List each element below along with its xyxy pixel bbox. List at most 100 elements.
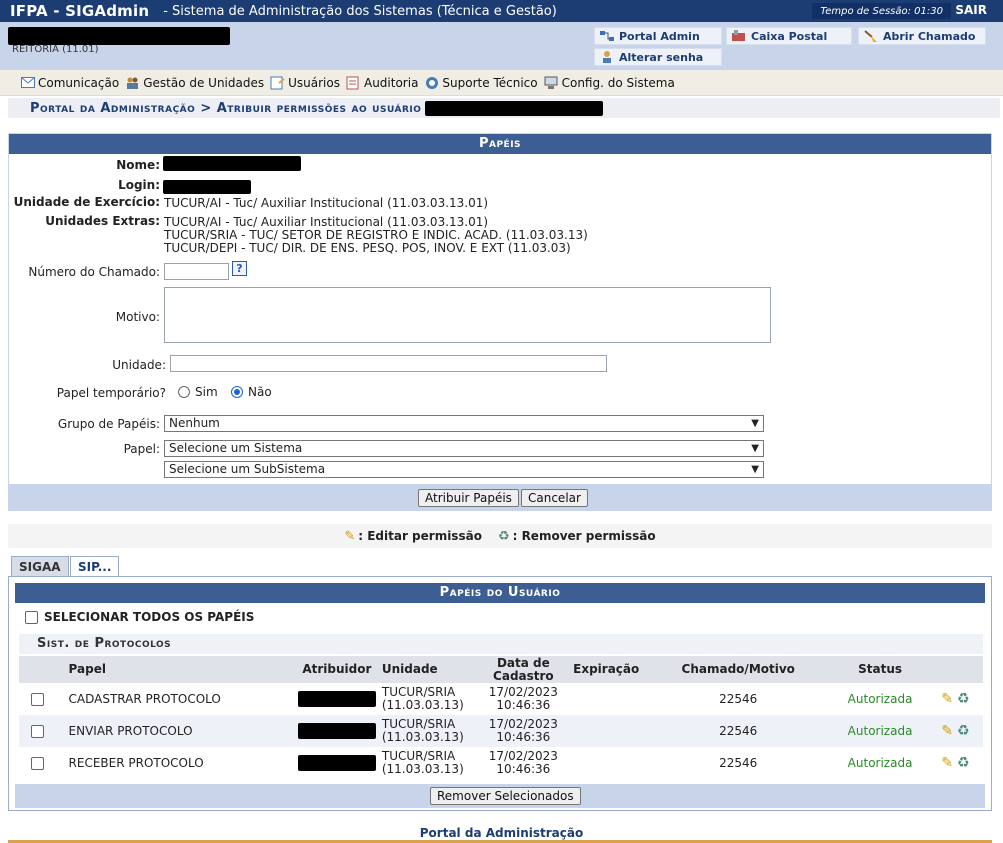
abrir-chamado-link[interactable]: Abrir Chamado bbox=[858, 27, 986, 45]
row-chamado: 22546 bbox=[644, 715, 833, 747]
row-unidade: TUCUR/SRIA (11.03.03.13) bbox=[378, 715, 477, 747]
login-label: Login: bbox=[118, 178, 160, 192]
roles-title: Papéis do Usuário bbox=[15, 583, 985, 603]
system-name: IFPA - SIGAdmin bbox=[10, 2, 150, 20]
select-all-label: SELECIONAR TODOS OS PAPÉIS bbox=[44, 610, 255, 624]
caixa-postal-label: Caixa Postal bbox=[751, 29, 828, 43]
trash-icon[interactable]: ♻ bbox=[957, 724, 970, 738]
table-row: CADASTRAR PROTOCOLO TUCUR/SRIA (11.03.03.… bbox=[19, 683, 983, 715]
table-row: ENVIAR PROTOCOLO TUCUR/SRIA (11.03.03.13)… bbox=[19, 715, 983, 747]
row-data-line1: 17/02/2023 bbox=[488, 717, 558, 731]
row-actions: ✎ ♻ bbox=[927, 715, 983, 747]
row-expiracao bbox=[570, 747, 645, 779]
computer-icon bbox=[544, 76, 559, 90]
select-all-row[interactable]: SELECIONAR TODOS OS PAPÉIS bbox=[25, 610, 254, 624]
portal-admin-link[interactable]: Portal Admin bbox=[594, 27, 722, 45]
redacted-nome bbox=[163, 156, 301, 171]
row-data-line1: 17/02/2023 bbox=[488, 749, 558, 763]
papel-temporario-nao[interactable]: Não bbox=[231, 385, 272, 399]
cancelar-button[interactable]: Cancelar bbox=[521, 489, 588, 507]
papel-temporario-sim[interactable]: Sim bbox=[178, 385, 218, 399]
col-chamado: Chamado/Motivo bbox=[644, 656, 833, 683]
roles-footer: Remover Selecionados bbox=[15, 784, 985, 808]
col-actions bbox=[927, 656, 983, 683]
unidade-label: Unidade: bbox=[112, 358, 166, 372]
menu-suporte-tecnico-label: Suporte Técnico bbox=[442, 75, 538, 90]
system-subtitle: - Sistema de Administração dos Sistemas … bbox=[163, 3, 557, 19]
unidade-extra-3: TUCUR/DEPI - TUC/ DIR. DE ENS. PESQ. POS… bbox=[164, 241, 571, 255]
row-unidade-line2: (11.03.03.13) bbox=[381, 698, 464, 712]
motivo-textarea[interactable] bbox=[164, 287, 771, 343]
mailbox-icon bbox=[731, 29, 747, 43]
redacted-atribuidor bbox=[297, 691, 376, 707]
sistema-select[interactable]: Selecione um Sistema ▼ bbox=[164, 440, 764, 457]
row-data-line1: 17/02/2023 bbox=[488, 685, 558, 699]
col-data-cadastro: Data de Cadastro bbox=[476, 655, 571, 683]
breadcrumb: Portal da Administração > Atribuir permi… bbox=[8, 98, 1000, 118]
form-footer: Atribuir Papéis Cancelar bbox=[9, 484, 991, 510]
row-data: 17/02/2023 10:46:36 bbox=[476, 747, 571, 779]
menu-gestao-unidades[interactable]: Gestão de Unidades bbox=[125, 76, 264, 90]
menu-gestao-unidades-label: Gestão de Unidades bbox=[143, 75, 265, 90]
select-all-checkbox[interactable] bbox=[25, 610, 38, 624]
edit-icon: ✎ bbox=[344, 528, 356, 544]
sistema-value: Selecione um Sistema bbox=[169, 441, 303, 455]
redacted-breadcrumb-user bbox=[425, 100, 604, 116]
remover-selecionados-button[interactable]: Remover Selecionados bbox=[430, 787, 581, 805]
trash-icon[interactable]: ♻ bbox=[957, 692, 970, 706]
row-actions: ✎ ♻ bbox=[927, 747, 983, 779]
people-icon bbox=[125, 76, 140, 90]
row-unidade-line1: TUCUR/SRIA bbox=[381, 717, 456, 731]
sim-radio[interactable] bbox=[178, 386, 190, 398]
subsistema-select[interactable]: Selecione um SubSistema ▼ bbox=[164, 461, 764, 478]
nao-radio[interactable] bbox=[231, 386, 243, 398]
menu-config-sistema[interactable]: Config. do Sistema bbox=[544, 76, 675, 90]
edit-icon[interactable]: ✎ bbox=[941, 756, 953, 770]
row-status: Autorizada bbox=[832, 747, 928, 779]
numero-chamado-input[interactable] bbox=[164, 263, 229, 280]
menu-comunicacao[interactable]: Comunicação bbox=[20, 76, 119, 90]
sim-label: Sim bbox=[195, 385, 218, 399]
edit-icon[interactable]: ✎ bbox=[941, 724, 953, 738]
form-title: Papéis bbox=[9, 134, 991, 154]
trash-icon[interactable]: ♻ bbox=[957, 756, 970, 770]
unidade-exercicio-label: Unidade de Exercício: bbox=[13, 195, 160, 209]
menu-usuarios[interactable]: Usuários bbox=[270, 76, 340, 90]
unidade-input[interactable] bbox=[170, 355, 607, 372]
user-unit: REITORIA (11.01) bbox=[12, 44, 99, 55]
actions-legend: ✎: Editar permissão ♻: Remover permissão bbox=[8, 524, 992, 548]
row-checkbox[interactable] bbox=[31, 692, 45, 706]
row-status: Autorizada bbox=[832, 715, 928, 747]
atribuir-papeis-button[interactable]: Atribuir Papéis bbox=[418, 489, 519, 507]
abrir-chamado-label: Abrir Chamado bbox=[883, 29, 976, 43]
menu-auditoria[interactable]: Auditoria bbox=[346, 76, 418, 90]
legend-remover: ♻: Remover permissão bbox=[498, 529, 656, 544]
caixa-postal-link[interactable]: Caixa Postal bbox=[726, 27, 852, 45]
tab-sigaa[interactable]: SIGAA bbox=[11, 556, 69, 577]
support-icon bbox=[424, 76, 439, 90]
col-expiracao: Expiração bbox=[570, 656, 645, 683]
row-checkbox[interactable] bbox=[31, 756, 45, 770]
row-checkbox[interactable] bbox=[31, 724, 45, 738]
help-icon[interactable]: ? bbox=[232, 261, 247, 276]
alterar-senha-link[interactable]: Alterar senha bbox=[594, 48, 722, 66]
main-menu: Comunicação Gestão de Unidades Usuários … bbox=[0, 70, 1003, 96]
col-data-line1: Data de bbox=[496, 655, 550, 670]
numero-chamado-label: Número do Chamado: bbox=[28, 265, 160, 279]
menu-suporte-tecnico[interactable]: Suporte Técnico bbox=[424, 75, 538, 90]
mail-icon bbox=[20, 76, 35, 90]
menu-comunicacao-label: Comunicação bbox=[38, 75, 120, 90]
grupo-papeis-select[interactable]: Nenhum ▼ bbox=[164, 415, 764, 432]
row-chamado: 22546 bbox=[644, 683, 833, 715]
row-status: Autorizada bbox=[832, 683, 928, 715]
edit-icon[interactable]: ✎ bbox=[941, 692, 953, 706]
chevron-down-icon: ▼ bbox=[751, 418, 759, 429]
row-checkbox-cell bbox=[19, 683, 57, 715]
papel-label: Papel: bbox=[123, 442, 160, 456]
grupo-papeis-label: Grupo de Papéis: bbox=[57, 417, 160, 431]
exit-link[interactable]: SAIR bbox=[955, 3, 987, 17]
tab-sip[interactable]: SIP... bbox=[70, 556, 120, 578]
nome-label: Nome: bbox=[116, 158, 160, 172]
row-data: 17/02/2023 10:46:36 bbox=[476, 715, 571, 747]
footer-portal-link[interactable]: Portal da Administração bbox=[0, 826, 1003, 840]
